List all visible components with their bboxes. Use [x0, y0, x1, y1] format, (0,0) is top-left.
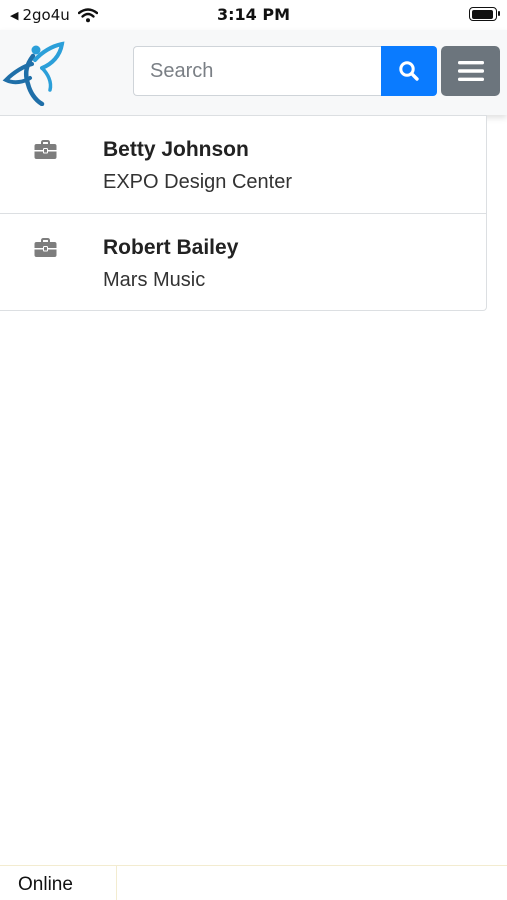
contact-company: EXPO Design Center: [103, 171, 292, 193]
status-bar: ◀ 2go4u 3:14 PM: [0, 0, 507, 30]
search-input[interactable]: [133, 46, 383, 96]
battery-icon: [469, 7, 500, 21]
status-time: 3:14 PM: [216, 5, 290, 24]
contact-name: Robert Bailey: [103, 236, 239, 259]
search-icon: [399, 61, 419, 81]
hamburger-menu-icon: [457, 61, 484, 81]
contact-name: Betty Johnson: [103, 138, 249, 161]
app-header: [0, 30, 507, 115]
butterfly-person-logo[interactable]: [2, 38, 68, 106]
status-footer: Online: [0, 865, 507, 900]
contact-company: Mars Music: [103, 269, 206, 291]
briefcase-icon: [34, 238, 57, 257]
connection-status: Online: [0, 866, 117, 900]
search-button[interactable]: [381, 46, 437, 96]
briefcase-icon: [34, 140, 57, 159]
list-item[interactable]: Betty Johnson EXPO Design Center: [0, 116, 486, 214]
list-item[interactable]: Robert Bailey Mars Music: [0, 214, 486, 310]
contact-list: Betty Johnson EXPO Design Center Robert …: [0, 115, 487, 311]
menu-button[interactable]: [441, 46, 500, 96]
